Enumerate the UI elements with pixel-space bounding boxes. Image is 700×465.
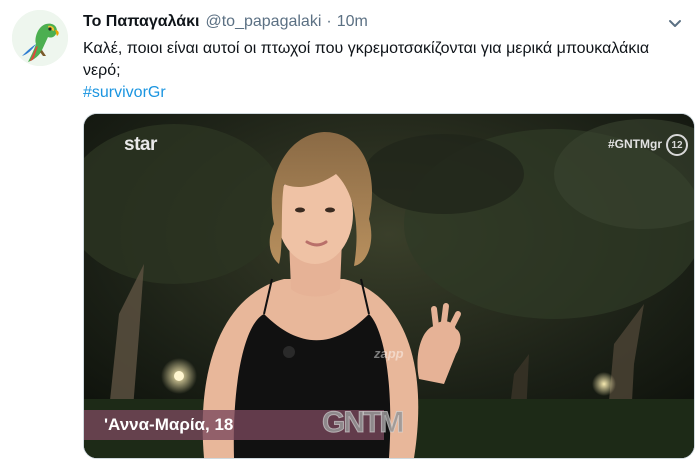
dot-separator: · [326, 13, 332, 30]
timestamp[interactable]: 10m [337, 13, 368, 31]
display-name[interactable]: Το Παπαγαλάκι [83, 13, 199, 31]
tweet-body: Καλέ, ποιοι είναι αυτοί οι πτωχοί που γκ… [83, 40, 650, 79]
more-menu-button[interactable] [664, 12, 686, 34]
tweet-text: Καλέ, ποιοι είναι αυτοί οι πτωχοί που γκ… [83, 38, 673, 104]
tweet-header: Το Παπαγαλάκι @to_papagalaki · 10m [83, 10, 368, 34]
avatar[interactable] [12, 10, 68, 66]
watermark: zapp [374, 346, 404, 361]
chevron-down-icon [669, 20, 681, 27]
channel-logo: star [124, 134, 157, 155]
tweet-media-image[interactable]: star #GNTMgr 12 zapp 'Αννα-Μαρία, 18 GNT… [83, 113, 695, 459]
contestant-name: 'Αννα-Μαρία, 18 [104, 415, 234, 434]
show-logo: GNTM [321, 406, 404, 440]
user-handle[interactable]: @to_papagalaki [205, 13, 321, 31]
hashtag-link[interactable]: #survivorGr [83, 82, 673, 104]
age-rating-badge: 12 [666, 134, 688, 156]
parrot-icon [12, 10, 68, 66]
tweet: Το Παπαγαλάκι @to_papagalaki · 10m Καλέ,… [0, 0, 700, 465]
show-hashtag: #GNTMgr [608, 137, 662, 151]
